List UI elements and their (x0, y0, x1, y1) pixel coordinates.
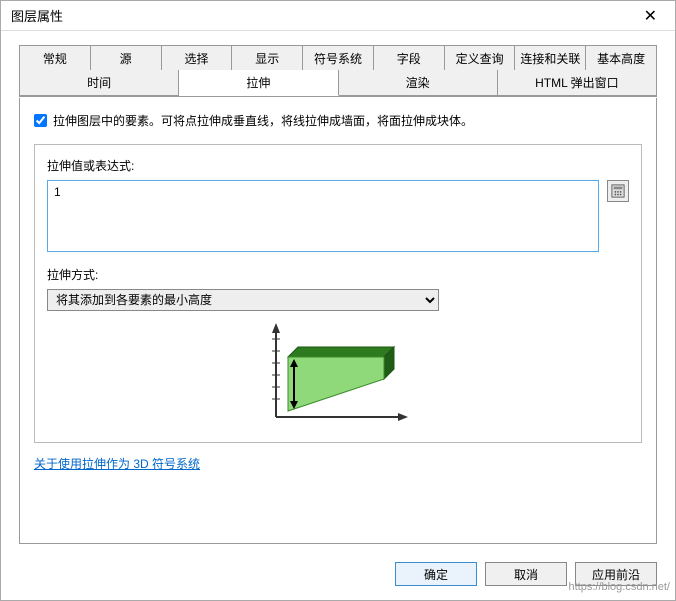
extrude-checkbox[interactable] (34, 114, 47, 127)
expression-row (47, 180, 629, 252)
extrude-checkbox-row: 拉伸图层中的要素。可将点拉伸成垂直线，将线拉伸成墙面，将面拉伸成块体。 (34, 112, 642, 130)
tab-fields[interactable]: 字段 (374, 45, 445, 71)
extrusion-panel: 拉伸图层中的要素。可将点拉伸成垂直线，将线拉伸成墙面，将面拉伸成块体。 拉伸值或… (19, 98, 657, 544)
dialog-window: 图层属性 ✕ 常规 源 选择 显示 符号系统 字段 定义查询 连接和关联 基本高… (0, 0, 676, 601)
extrude-checkbox-label: 拉伸图层中的要素。可将点拉伸成垂直线，将线拉伸成墙面，将面拉伸成块体。 (53, 112, 473, 130)
window-title: 图层属性 (11, 6, 63, 25)
tab-defquery[interactable]: 定义查询 (445, 45, 516, 71)
method-select-row: 将其添加到各要素的最小高度 (47, 289, 629, 311)
tab-display[interactable]: 显示 (232, 45, 303, 71)
extrusion-diagram-icon (264, 321, 412, 427)
tab-extrusion[interactable]: 拉伸 (179, 70, 338, 96)
calculator-icon (611, 184, 625, 198)
tab-rendering[interactable]: 渲染 (339, 70, 498, 96)
method-label: 拉伸方式: (47, 266, 629, 283)
tab-general[interactable]: 常规 (19, 45, 91, 71)
ok-button[interactable]: 确定 (395, 562, 477, 586)
cancel-button[interactable]: 取消 (485, 562, 567, 586)
tabs-row-1: 常规 源 选择 显示 符号系统 字段 定义查询 连接和关联 基本高度 (19, 45, 657, 71)
expression-builder-button[interactable] (607, 180, 629, 202)
close-icon[interactable]: ✕ (636, 6, 665, 26)
tab-htmlpopup[interactable]: HTML 弹出窗口 (498, 70, 657, 96)
watermark-text: https://blog.csdn.net/ (568, 581, 670, 593)
help-link[interactable]: 关于使用拉伸作为 3D 符号系统 (34, 455, 200, 472)
titlebar: 图层属性 ✕ (1, 1, 675, 31)
content-area: 常规 源 选择 显示 符号系统 字段 定义查询 连接和关联 基本高度 时间 拉伸… (1, 31, 675, 552)
tab-source[interactable]: 源 (91, 45, 162, 71)
extrusion-illustration (47, 321, 629, 430)
tab-symbology[interactable]: 符号系统 (303, 45, 374, 71)
expression-label: 拉伸值或表达式: (47, 157, 629, 174)
expression-input[interactable] (47, 180, 599, 252)
tab-selection[interactable]: 选择 (162, 45, 233, 71)
tab-baseheight[interactable]: 基本高度 (586, 45, 657, 71)
tab-time[interactable]: 时间 (19, 70, 179, 96)
extrusion-fieldset: 拉伸值或表达式: 拉伸方式: 将其添加到各要 (34, 144, 642, 443)
tab-joins[interactable]: 连接和关联 (515, 45, 586, 71)
method-select[interactable]: 将其添加到各要素的最小高度 (47, 289, 439, 311)
tabs-row-2: 时间 拉伸 渲染 HTML 弹出窗口 (19, 70, 657, 97)
